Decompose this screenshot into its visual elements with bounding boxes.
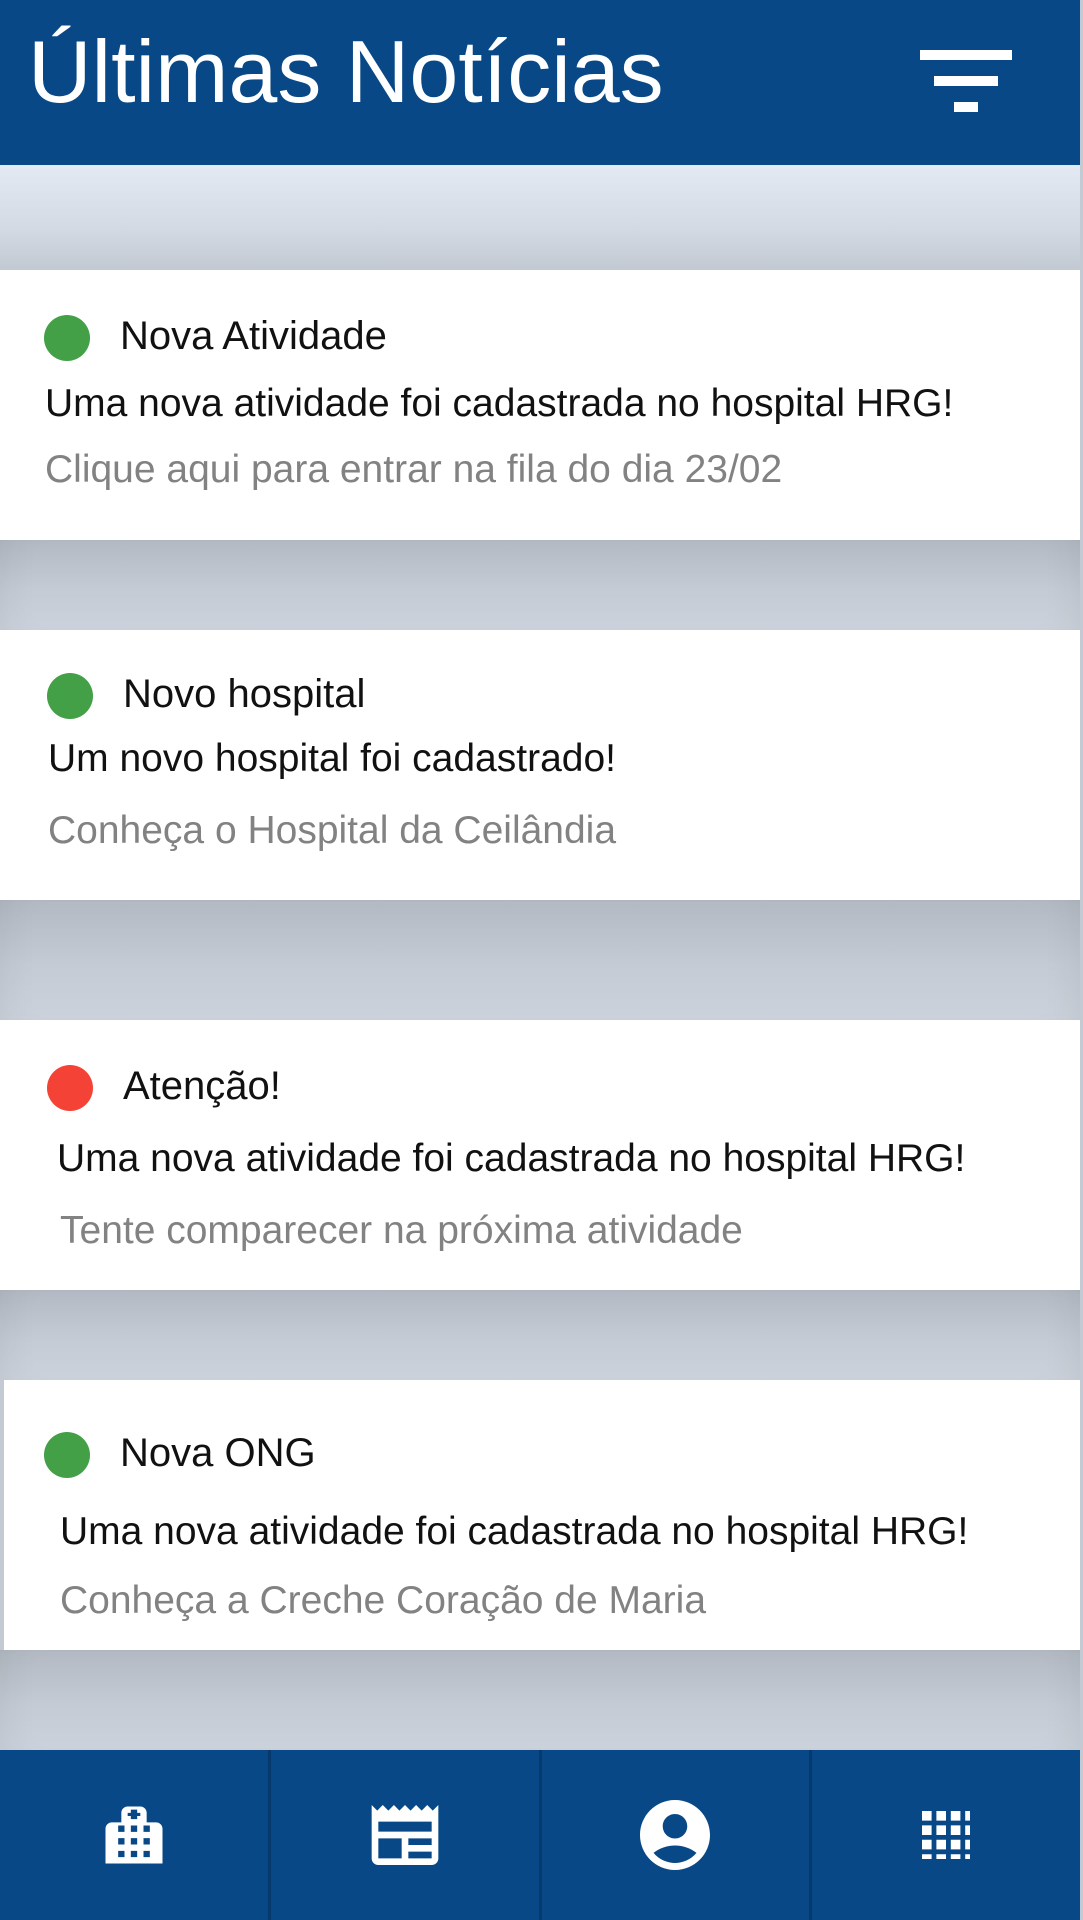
spacer-band: [0, 1650, 1080, 1750]
news-title: Atenção!: [123, 1064, 281, 1108]
filter-button[interactable]: [904, 40, 1028, 124]
news-card[interactable]: Nova ONG Uma nova atividade foi cadastra…: [4, 1380, 1080, 1650]
news-link[interactable]: Tente comparecer na próxima atividade: [60, 1207, 743, 1255]
news-title: Novo hospital: [123, 672, 366, 716]
news-title: Nova Atividade: [120, 314, 387, 358]
nav-news[interactable]: [271, 1750, 542, 1920]
bottom-nav: [0, 1750, 1080, 1920]
nav-profile[interactable]: [542, 1750, 813, 1920]
nav-hospitals[interactable]: [0, 1750, 271, 1920]
spacer-band: [0, 540, 1080, 630]
status-dot-icon: [47, 673, 93, 719]
apps-grid-icon: [922, 1811, 971, 1859]
spacer-band: [0, 1290, 1080, 1380]
news-icon: [371, 1805, 438, 1865]
news-link[interactable]: Clique aqui para entrar na fila do dia 2…: [45, 446, 782, 494]
app-header: Últimas Notícias: [0, 0, 1080, 165]
spacer-band: [0, 165, 1080, 270]
page-title: Últimas Notícias: [28, 22, 664, 121]
news-title: Nova ONG: [120, 1431, 316, 1475]
news-card[interactable]: Nova Atividade Uma nova atividade foi ca…: [0, 270, 1080, 540]
news-card[interactable]: Atenção! Uma nova atividade foi cadastra…: [0, 1020, 1080, 1290]
nav-apps[interactable]: [812, 1750, 1080, 1920]
spacer-band: [0, 900, 1080, 1020]
hospital-icon: [105, 1806, 163, 1864]
status-dot-icon: [44, 1432, 90, 1478]
filter-list-icon: [920, 50, 1012, 112]
account-icon: [640, 1800, 711, 1870]
news-text: Um novo hospital foi cadastrado!: [48, 737, 616, 780]
status-dot-icon: [47, 1065, 93, 1111]
news-link[interactable]: Conheça o Hospital da Ceilândia: [48, 807, 616, 855]
news-card[interactable]: Novo hospital Um novo hospital foi cadas…: [0, 630, 1080, 900]
status-dot-icon: [44, 315, 90, 361]
news-text: Uma nova atividade foi cadastrada no hos…: [57, 1137, 966, 1180]
news-link[interactable]: Conheça a Creche Coração de Maria: [60, 1577, 706, 1625]
news-text: Uma nova atividade foi cadastrada no hos…: [45, 382, 954, 425]
news-text: Uma nova atividade foi cadastrada no hos…: [60, 1510, 969, 1553]
